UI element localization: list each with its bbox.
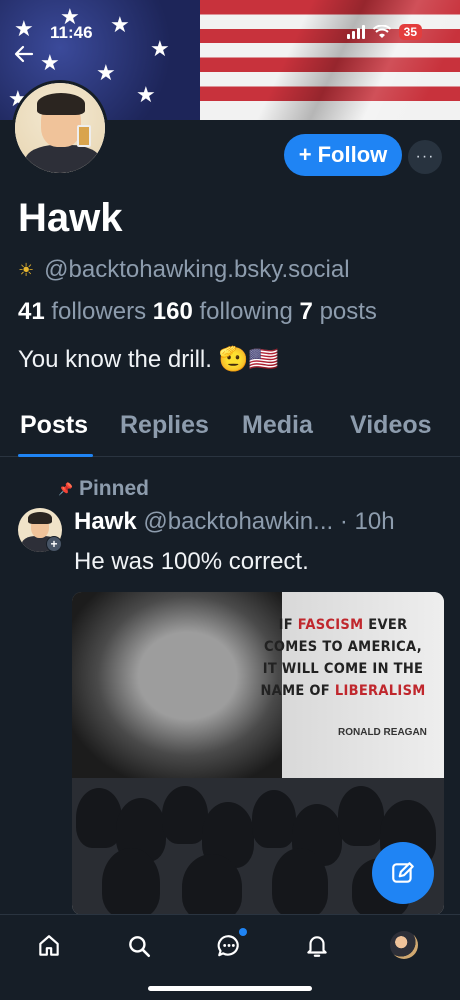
following-count[interactable]: 160	[153, 298, 193, 325]
wifi-icon	[372, 25, 391, 38]
tab-videos[interactable]: Videos	[350, 411, 432, 440]
post-time: 10h	[354, 508, 395, 535]
more-options-button[interactable]: ···	[408, 140, 442, 174]
home-icon[interactable]	[34, 931, 64, 961]
star-icon: ★	[40, 50, 60, 75]
active-tab-indicator	[18, 454, 93, 457]
signal-icon	[346, 25, 365, 39]
post-author-handle[interactable]: @backtohawkin...	[143, 508, 333, 535]
profile-stats: 41 followers 160 following 7 posts	[18, 298, 377, 325]
image-attribution: RONALD REAGAN	[338, 727, 427, 738]
sunrise-icon: ☀	[18, 259, 35, 280]
image-quote: IF FASCISM EVER COMES TO AMERICA, IT WIL…	[260, 617, 426, 699]
compose-icon	[392, 862, 414, 883]
profile-bio: You know the drill. 🫡🇺🇸	[18, 346, 279, 373]
post-header: Hawk @backtohawkin... · 10h	[74, 508, 395, 535]
nav-profile-avatar[interactable]	[390, 931, 418, 959]
search-icon[interactable]	[124, 931, 154, 961]
profile-handle: @backtohawking.bsky.social	[44, 256, 350, 283]
profile-avatar[interactable]	[12, 80, 108, 176]
unread-dot	[239, 928, 247, 936]
post-author-name[interactable]: Hawk	[74, 508, 137, 535]
chat-icon[interactable]	[214, 928, 247, 961]
bell-icon[interactable]	[302, 931, 332, 961]
battery-indicator: 35	[398, 24, 422, 40]
pin-icon: 📌	[58, 482, 73, 496]
follow-button[interactable]: + Follow	[284, 134, 402, 176]
tab-replies[interactable]: Replies	[120, 411, 209, 440]
tab-posts[interactable]: Posts	[20, 411, 88, 440]
followers-count[interactable]: 41	[18, 298, 45, 325]
compose-button[interactable]	[372, 842, 434, 904]
plus-icon: +	[298, 142, 312, 167]
post-text: He was 100% correct.	[74, 548, 309, 575]
star-icon: ★	[96, 60, 116, 85]
status-bar: 11:46 35	[0, 20, 460, 50]
profile-name: Hawk	[18, 196, 123, 240]
back-arrow-icon[interactable]	[12, 42, 40, 70]
profile-tabs: Posts Replies Media Videos	[0, 405, 460, 457]
home-indicator	[148, 986, 312, 991]
posts-count: 7	[299, 298, 313, 325]
status-time: 11:46	[50, 23, 93, 42]
star-icon: ★	[136, 82, 156, 107]
tab-media[interactable]: Media	[242, 411, 313, 440]
pinned-label: 📌 Pinned	[58, 477, 149, 500]
follow-plus-badge[interactable]: +	[46, 536, 62, 552]
